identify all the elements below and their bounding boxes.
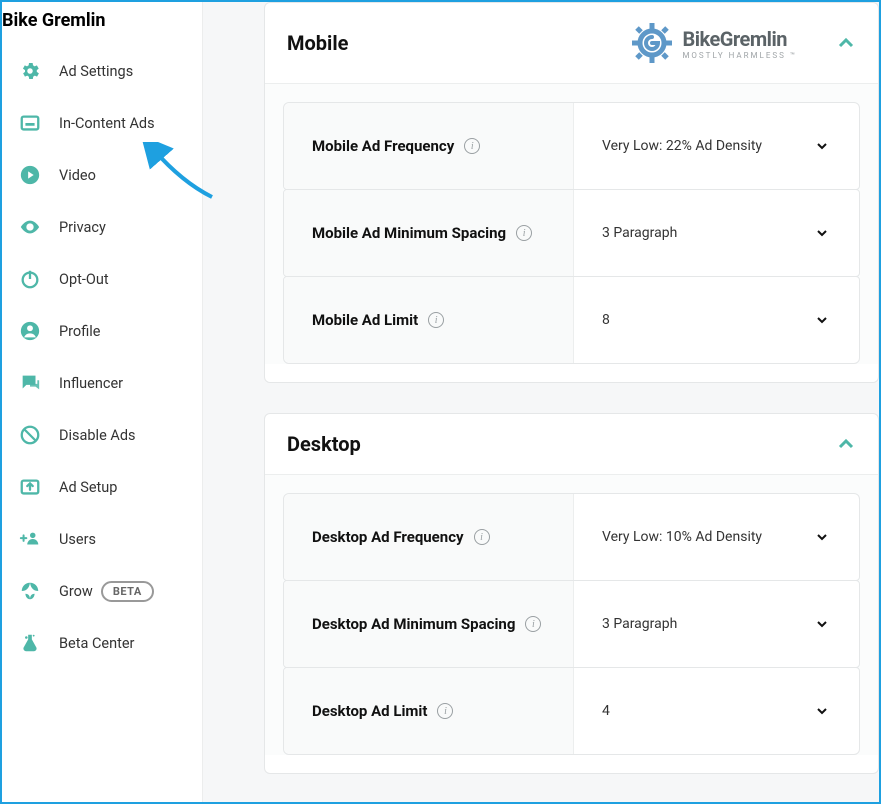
panel-desktop-header[interactable]: Desktop (265, 414, 878, 474)
blocked-icon (18, 423, 42, 447)
setting-value: 8 (602, 312, 610, 328)
nav-item-privacy[interactable]: Privacy (2, 201, 202, 253)
nav-item-grow[interactable]: Grow BETA (2, 565, 202, 617)
setting-desktop-frequency[interactable]: Desktop Ad Frequency i Very Low: 10% Ad … (283, 493, 860, 581)
info-icon[interactable]: i (525, 616, 541, 632)
setting-mobile-limit[interactable]: Mobile Ad Limit i 8 (283, 276, 860, 364)
nav-item-ad-settings[interactable]: Ad Settings (2, 45, 202, 97)
nav-item-label: Privacy (59, 219, 106, 236)
setting-desktop-limit[interactable]: Desktop Ad Limit i 4 (283, 667, 860, 755)
export-box-icon (18, 475, 42, 499)
nav-item-label: Video (59, 167, 96, 184)
nav-item-disable-ads[interactable]: Disable Ads (2, 409, 202, 461)
brand-name: BikeGremlin (682, 27, 787, 51)
brand-mark: BikeGremlin MOSTLY HARMLESS ™ (628, 19, 796, 67)
chevron-down-icon[interactable] (813, 528, 831, 546)
nav-item-label: Opt-Out (59, 271, 109, 288)
collapse-icon[interactable] (832, 430, 860, 458)
info-icon[interactable]: i (474, 529, 490, 545)
nav-item-video[interactable]: Video (2, 149, 202, 201)
site-title: Bike Gremlin (2, 8, 202, 45)
user-circle-icon (18, 319, 42, 343)
chevron-down-icon[interactable] (813, 137, 831, 155)
brand-tagline: MOSTLY HARMLESS ™ (682, 51, 796, 60)
panel-desktop-title: Desktop (287, 432, 361, 456)
nav-item-label: Grow (59, 583, 93, 600)
content-box-icon (18, 111, 42, 135)
nav-item-label: Ad Setup (59, 479, 117, 496)
setting-label: Desktop Ad Limit (312, 702, 427, 720)
info-icon[interactable]: i (428, 312, 444, 328)
nav-item-profile[interactable]: Profile (2, 305, 202, 357)
chevron-down-icon[interactable] (813, 615, 831, 633)
chat-icon (18, 371, 42, 395)
settings-gear-icon (18, 59, 42, 83)
sidebar: Bike Gremlin Ad Settings In-Content Ads … (2, 2, 202, 802)
nav-item-label: Disable Ads (59, 427, 136, 444)
setting-mobile-frequency[interactable]: Mobile Ad Frequency i Very Low: 22% Ad D… (283, 102, 860, 190)
setting-desktop-spacing[interactable]: Desktop Ad Minimum Spacing i 3 Paragraph (283, 580, 860, 668)
setting-value: Very Low: 22% Ad Density (602, 138, 762, 154)
chevron-down-icon[interactable] (813, 224, 831, 242)
setting-value: Very Low: 10% Ad Density (602, 529, 762, 545)
chevron-down-icon[interactable] (813, 702, 831, 720)
setting-value: 3 Paragraph (602, 225, 677, 241)
setting-label: Desktop Ad Frequency (312, 528, 464, 546)
nav-item-beta-center[interactable]: Beta Center (2, 617, 202, 669)
panel-desktop-body: Desktop Ad Frequency i Very Low: 10% Ad … (265, 474, 878, 755)
nav-item-opt-out[interactable]: Opt-Out (2, 253, 202, 305)
info-icon[interactable]: i (464, 138, 480, 154)
play-circle-icon (18, 163, 42, 187)
nav-item-label: In-Content Ads (59, 115, 155, 132)
panel-mobile-title: Mobile (287, 31, 348, 55)
setting-label: Desktop Ad Minimum Spacing (312, 615, 515, 633)
panel-mobile-header[interactable]: Mobile (265, 3, 878, 83)
chevron-down-icon[interactable] (813, 311, 831, 329)
nav-item-ad-setup[interactable]: Ad Setup (2, 461, 202, 513)
nav-item-label: Beta Center (59, 635, 134, 652)
main-content: Mobile (236, 2, 879, 802)
nav-item-influencer[interactable]: Influencer (2, 357, 202, 409)
collapse-icon[interactable] (832, 29, 860, 57)
setting-value: 4 (602, 703, 610, 719)
leaf-icon (18, 579, 42, 603)
beta-badge: BETA (101, 581, 154, 602)
flask-icon (18, 631, 42, 655)
setting-label: Mobile Ad Frequency (312, 137, 454, 155)
users-add-icon (18, 527, 42, 551)
nav-item-label: Users (59, 531, 96, 548)
panel-mobile: Mobile (264, 2, 879, 383)
setting-label: Mobile Ad Minimum Spacing (312, 224, 506, 242)
nav-item-label: Profile (59, 323, 100, 340)
eye-icon (18, 215, 42, 239)
panel-mobile-body: Mobile Ad Frequency i Very Low: 22% Ad D… (265, 83, 878, 364)
gutter (202, 2, 236, 802)
setting-mobile-spacing[interactable]: Mobile Ad Minimum Spacing i 3 Paragraph (283, 189, 860, 277)
info-icon[interactable]: i (437, 703, 453, 719)
nav-item-users[interactable]: Users (2, 513, 202, 565)
info-icon[interactable]: i (516, 225, 532, 241)
nav-item-in-content-ads[interactable]: In-Content Ads (2, 97, 202, 149)
setting-value: 3 Paragraph (602, 616, 677, 632)
nav-item-label: Influencer (59, 375, 123, 392)
power-icon (18, 267, 42, 291)
gear-logo-icon (628, 19, 676, 67)
setting-label: Mobile Ad Limit (312, 311, 418, 329)
nav-item-label: Ad Settings (59, 63, 133, 80)
panel-desktop: Desktop Desktop Ad Frequency i Very Low:… (264, 413, 879, 774)
